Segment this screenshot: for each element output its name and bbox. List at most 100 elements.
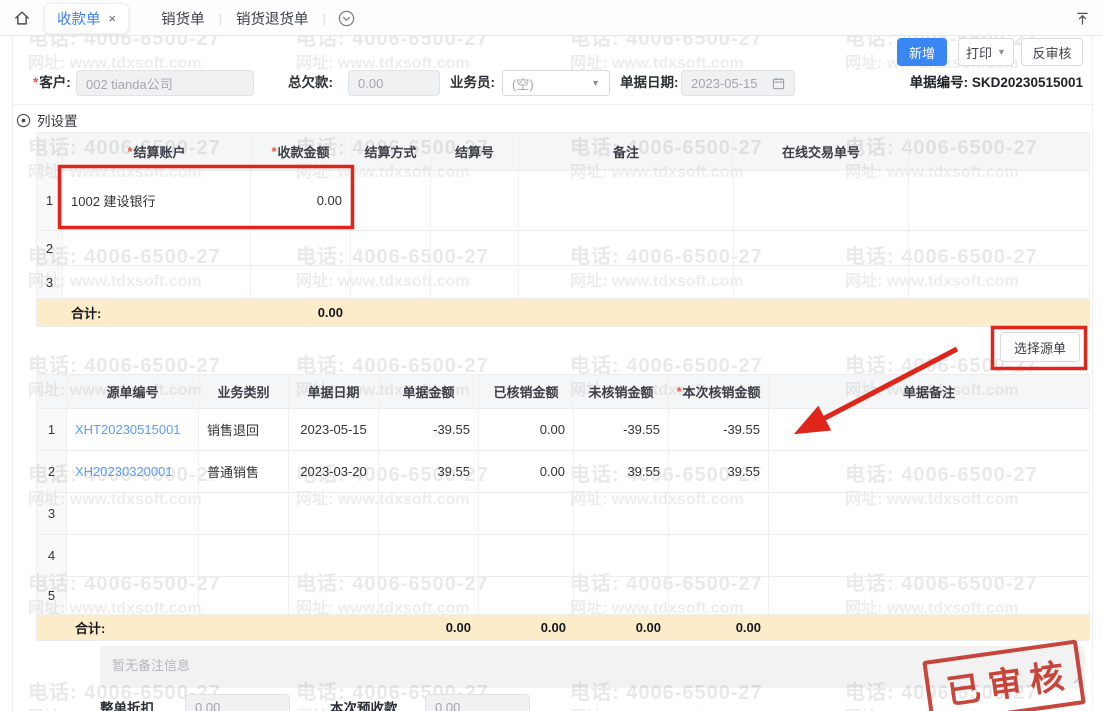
table-cell[interactable] (519, 231, 734, 266)
table-cell[interactable] (479, 577, 574, 615)
table-cell[interactable] (734, 231, 909, 266)
home-icon (13, 9, 31, 27)
total-label: 合计: (63, 299, 251, 327)
table-cell[interactable] (574, 577, 669, 615)
table-cell[interactable] (734, 171, 909, 231)
table-cell[interactable] (734, 266, 909, 299)
table-cell[interactable]: 39.55 (379, 451, 479, 493)
doc-number-label: 单据编号: (910, 75, 969, 90)
print-button[interactable]: 打印 ▼ (958, 38, 1014, 66)
add-button[interactable]: 新增 (897, 38, 947, 66)
total-debt-label: 总欠款: (288, 70, 333, 96)
table-cell[interactable] (431, 231, 519, 266)
collapse-top-button[interactable] (1071, 7, 1093, 29)
total-value: 0.00 (379, 615, 479, 641)
table-cell[interactable] (67, 535, 199, 577)
header-row: *结算账户*收款金额结算方式结算号备注在线交易单号 (37, 133, 1090, 171)
table-cell[interactable] (909, 231, 1090, 266)
table-cell[interactable] (199, 535, 289, 577)
table-cell[interactable] (909, 171, 1090, 231)
table-cell[interactable] (431, 171, 519, 231)
table-cell[interactable] (251, 231, 351, 266)
table-cell[interactable] (519, 266, 734, 299)
table-cell[interactable]: 0.00 (479, 409, 574, 451)
table-cell[interactable] (67, 493, 199, 535)
total-value: 0.00 (479, 615, 574, 641)
table-cell[interactable] (574, 535, 669, 577)
tab-receipt[interactable]: 收款单 × (44, 3, 129, 34)
unapprove-button[interactable]: 反审核 (1021, 38, 1083, 66)
chevron-down-circle-icon (338, 10, 355, 27)
table-cell[interactable] (351, 266, 431, 299)
table-cell[interactable]: -39.55 (574, 409, 669, 451)
table-cell[interactable] (379, 535, 479, 577)
tab-list-dropdown[interactable] (338, 10, 355, 27)
select-source-button[interactable]: 选择源单 (1000, 332, 1080, 362)
table-cell[interactable] (379, 577, 479, 615)
row-number: 1 (37, 409, 67, 451)
table-cell[interactable] (519, 171, 734, 231)
table-cell[interactable] (199, 577, 289, 615)
table-cell[interactable]: 2023-05-15 (289, 409, 379, 451)
table-cell[interactable] (769, 409, 1090, 451)
table-row: 5 (37, 577, 1090, 615)
table-cell[interactable]: -39.55 (379, 409, 479, 451)
table-cell[interactable]: 普通销售 (199, 451, 289, 493)
table-cell[interactable]: 0.00 (479, 451, 574, 493)
table-cell[interactable] (251, 266, 351, 299)
table-cell[interactable] (63, 266, 251, 299)
table-cell[interactable] (379, 493, 479, 535)
row-number-header (37, 133, 63, 171)
table-cell[interactable]: -39.55 (669, 409, 769, 451)
home-button[interactable] (10, 6, 34, 30)
table-cell[interactable] (351, 231, 431, 266)
column-settings-button[interactable]: 列设置 (16, 110, 78, 130)
table-cell[interactable] (769, 577, 1090, 615)
table-cell[interactable] (769, 451, 1090, 493)
column-header: 未核销金额 (574, 375, 669, 409)
table-cell[interactable] (769, 493, 1090, 535)
table-cell[interactable] (479, 493, 574, 535)
customer-label: *客户: (33, 70, 71, 96)
table-cell[interactable] (67, 577, 199, 615)
table-cell[interactable]: 2023-03-20 (289, 451, 379, 493)
row-number: 2 (37, 231, 63, 266)
total-row: 合计:0.00 (37, 299, 1090, 327)
table-cell[interactable]: 39.55 (574, 451, 669, 493)
source-doc-link[interactable]: XHT20230515001 (67, 409, 199, 451)
table-cell[interactable] (669, 535, 769, 577)
table-cell[interactable] (63, 231, 251, 266)
table-cell[interactable]: 39.55 (669, 451, 769, 493)
total-value (769, 615, 1090, 641)
tab-bar: 收款单 × 销货单 | 销货退货单 | (0, 0, 1103, 36)
table-cell[interactable] (574, 493, 669, 535)
table-cell[interactable] (909, 266, 1090, 299)
table-cell[interactable]: 1002 建设银行 (63, 171, 251, 231)
table-cell[interactable] (669, 493, 769, 535)
table-cell[interactable] (289, 577, 379, 615)
table-cell[interactable] (769, 535, 1090, 577)
table-cell[interactable] (289, 493, 379, 535)
total-value (289, 615, 379, 641)
table-cell[interactable]: 0.00 (251, 171, 351, 231)
close-icon[interactable]: × (109, 12, 117, 25)
salesman-value: (空) (512, 74, 534, 93)
column-header: 单据金额 (379, 375, 479, 409)
table-cell[interactable] (289, 535, 379, 577)
salesman-select[interactable]: (空) ▼ (502, 70, 610, 96)
doc-number-value: SKD20230515001 (972, 75, 1083, 90)
tab-sales-return[interactable]: 销货退货单 (222, 8, 323, 29)
total-value (351, 299, 431, 327)
row-number: 2 (37, 451, 67, 493)
total-value (734, 299, 909, 327)
table-cell[interactable] (431, 266, 519, 299)
table-cell[interactable] (351, 171, 431, 231)
total-debt-field: 0.00 (348, 70, 440, 96)
table-row: 4 (37, 535, 1090, 577)
source-doc-link[interactable]: XH20230320001 (67, 451, 199, 493)
table-cell[interactable] (479, 535, 574, 577)
table-cell[interactable]: 销售退回 (199, 409, 289, 451)
tab-sales-order[interactable]: 销货单 (147, 8, 219, 29)
table-cell[interactable] (199, 493, 289, 535)
table-cell[interactable] (669, 577, 769, 615)
